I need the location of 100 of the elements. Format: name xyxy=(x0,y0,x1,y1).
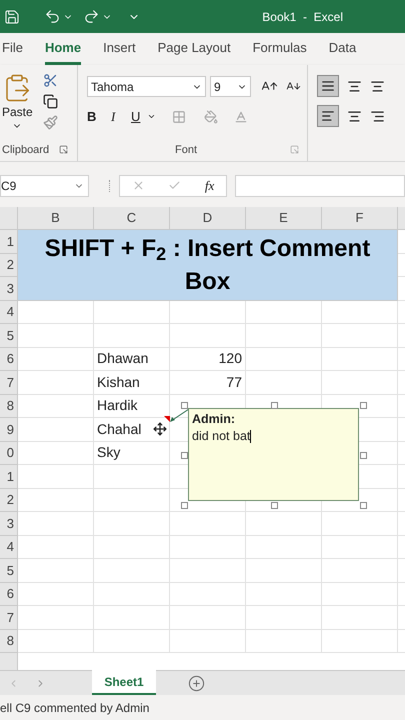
middle-align-icon[interactable] xyxy=(347,78,362,94)
table-cell[interactable] xyxy=(170,536,246,559)
column-header[interactable]: D xyxy=(170,207,246,230)
table-cell[interactable] xyxy=(94,582,170,606)
bottom-align-icon[interactable] xyxy=(370,78,385,94)
table-cell[interactable] xyxy=(18,324,94,348)
table-cell[interactable] xyxy=(322,582,398,606)
launcher-icon[interactable] xyxy=(59,145,68,154)
align-left-button[interactable] xyxy=(317,105,339,127)
table-cell[interactable] xyxy=(246,324,322,348)
table-cell[interactable] xyxy=(94,324,170,348)
table-cell[interactable] xyxy=(246,348,322,371)
top-align-button[interactable] xyxy=(317,75,339,97)
table-cell[interactable] xyxy=(246,630,322,653)
table-cell[interactable] xyxy=(170,324,246,348)
table-cell[interactable] xyxy=(94,465,170,488)
table-cell[interactable] xyxy=(170,559,246,582)
resize-handle[interactable] xyxy=(360,452,367,459)
table-cell[interactable] xyxy=(18,488,94,512)
resize-handle[interactable] xyxy=(360,402,367,409)
ribbon-tab[interactable]: Insert xyxy=(103,38,136,65)
table-cell[interactable] xyxy=(94,512,170,536)
table-cell[interactable] xyxy=(246,559,322,582)
save-icon[interactable] xyxy=(4,8,20,24)
ribbon-tab[interactable]: File xyxy=(2,38,23,65)
row-header[interactable]: 2 xyxy=(0,488,18,512)
table-cell[interactable] xyxy=(170,512,246,536)
resize-handle[interactable] xyxy=(181,452,188,459)
cut-icon[interactable] xyxy=(42,73,58,88)
row-header[interactable]: 1 xyxy=(0,230,18,254)
table-cell[interactable] xyxy=(322,348,398,371)
row-header[interactable]: 2 xyxy=(0,254,18,277)
table-cell[interactable] xyxy=(246,606,322,630)
table-cell[interactable]: 120 xyxy=(170,348,246,371)
name-box[interactable]: C9 xyxy=(0,174,89,196)
table-cell[interactable] xyxy=(18,371,94,394)
table-cell[interactable] xyxy=(18,582,94,606)
table-cell[interactable] xyxy=(322,559,398,582)
redo-icon[interactable] xyxy=(83,8,100,25)
table-cell[interactable] xyxy=(322,371,398,394)
row-header[interactable]: 0 xyxy=(0,442,18,465)
row-header[interactable]: 6 xyxy=(0,348,18,371)
table-cell[interactable] xyxy=(322,606,398,630)
table-cell[interactable] xyxy=(170,606,246,630)
column-header[interactable]: B xyxy=(18,207,94,230)
row-header[interactable]: 5 xyxy=(0,559,18,582)
resize-handle[interactable] xyxy=(360,502,367,509)
align-right-icon[interactable] xyxy=(370,108,385,124)
table-cell[interactable]: Kishan xyxy=(94,371,170,394)
table-cell[interactable] xyxy=(322,630,398,653)
row-header[interactable]: 7 xyxy=(0,371,18,394)
font-size-field[interactable]: 9 xyxy=(210,76,251,97)
row-header[interactable]: 4 xyxy=(0,536,18,559)
function-button[interactable]: fx xyxy=(204,176,214,196)
ribbon-tab[interactable]: Data xyxy=(328,38,356,65)
row-header[interactable]: 8 xyxy=(0,630,18,653)
borders-icon[interactable] xyxy=(172,110,186,124)
table-cell[interactable] xyxy=(18,418,94,442)
table-cell[interactable] xyxy=(322,536,398,559)
column-header[interactable]: E xyxy=(246,207,322,230)
table-cell[interactable] xyxy=(18,300,94,324)
table-cell[interactable] xyxy=(18,394,94,418)
table-cell[interactable]: Sky xyxy=(94,442,170,465)
italic-button[interactable]: I xyxy=(111,107,121,126)
table-cell[interactable] xyxy=(18,442,94,465)
column-header[interactable] xyxy=(398,207,405,230)
comment-tooltip[interactable]: Admin: did not bat xyxy=(188,408,359,501)
font-color-icon[interactable] xyxy=(234,110,248,124)
row-header[interactable] xyxy=(0,653,18,670)
paste-label[interactable]: Paste xyxy=(2,103,33,121)
table-cell[interactable] xyxy=(18,536,94,559)
column-header[interactable]: F xyxy=(322,207,398,230)
column-header[interactable]: C xyxy=(94,207,170,230)
add-sheet-icon[interactable] xyxy=(188,674,205,692)
table-cell[interactable] xyxy=(94,536,170,559)
table-cell[interactable] xyxy=(18,630,94,653)
fill-color-icon[interactable] xyxy=(204,110,218,124)
table-cell[interactable] xyxy=(94,630,170,653)
sheet-tab[interactable]: Sheet1 xyxy=(92,670,156,695)
resize-handle[interactable] xyxy=(181,502,188,509)
table-cell[interactable] xyxy=(246,536,322,559)
row-header[interactable]: 9 xyxy=(0,418,18,442)
row-header[interactable]: 1 xyxy=(0,465,18,488)
table-cell[interactable] xyxy=(18,512,94,536)
row-header[interactable]: 7 xyxy=(0,606,18,630)
formula-field[interactable] xyxy=(235,174,405,196)
table-cell[interactable] xyxy=(246,512,322,536)
ribbon-tab[interactable]: Formulas xyxy=(252,38,307,65)
table-cell[interactable] xyxy=(170,630,246,653)
table-cell[interactable]: Dhawan xyxy=(94,348,170,371)
resize-handle[interactable] xyxy=(181,402,188,409)
table-cell[interactable] xyxy=(322,300,398,324)
undo-icon[interactable] xyxy=(44,8,61,25)
row-header[interactable]: 5 xyxy=(0,324,18,348)
bold-button[interactable]: B xyxy=(87,107,101,126)
table-cell[interactable] xyxy=(170,582,246,606)
table-cell[interactable] xyxy=(246,371,322,394)
row-header[interactable]: 4 xyxy=(0,300,18,324)
cancel-icon[interactable] xyxy=(132,179,145,192)
select-all-button[interactable] xyxy=(0,207,18,230)
